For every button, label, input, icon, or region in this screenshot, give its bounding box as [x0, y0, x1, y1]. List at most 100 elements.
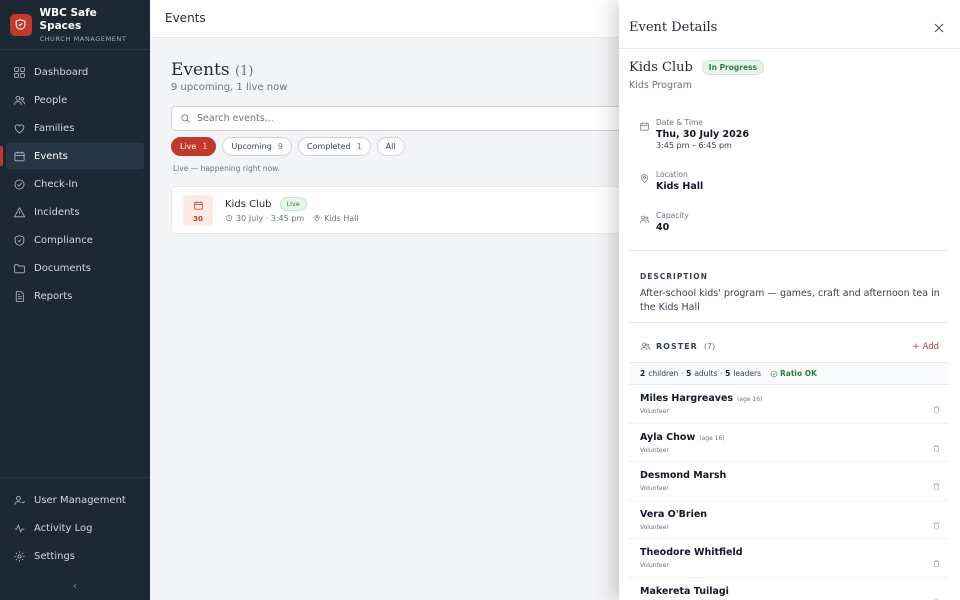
sidebar-item-label: Dashboard: [34, 66, 89, 78]
date-label: Date & Time: [656, 118, 703, 127]
sidebar-item-people[interactable]: People: [6, 87, 144, 113]
filter-chips: Live 1 Upcoming 9 Completed 1 All: [171, 137, 405, 156]
roster-name-line: Ayla Chow (age 16): [640, 432, 725, 443]
sidebar-item-label: Settings: [34, 550, 76, 562]
clock-icon: [225, 214, 233, 222]
remove-button[interactable]: [932, 399, 941, 418]
sidebar-item-check-in[interactable]: Check-In: [6, 171, 144, 197]
status-badge: In Progress: [701, 60, 764, 75]
roster-row[interactable]: Ayla Chow (age 16) Volunteer: [629, 424, 949, 463]
filter-label: All: [385, 142, 396, 151]
remove-button[interactable]: [932, 438, 941, 457]
remove-button[interactable]: [932, 476, 941, 495]
filter-count: 1: [202, 142, 208, 151]
roster-age: (age 16): [699, 434, 725, 442]
filter-live[interactable]: Live 1: [171, 137, 217, 156]
remove-button[interactable]: [932, 515, 941, 534]
date-value: Thu, 30 July 2026: [656, 129, 749, 140]
location-label: Location: [656, 170, 688, 179]
status-badge: Live: [279, 197, 307, 211]
capacity-row: Capacity 40: [639, 211, 689, 233]
grid-icon: [14, 66, 25, 78]
sidebar-item-incidents[interactable]: Incidents: [6, 199, 144, 225]
description-text: After-school kids' program — games, craf…: [640, 288, 940, 313]
trash-icon: [933, 483, 940, 490]
filter-completed[interactable]: Completed 1: [297, 137, 371, 156]
sidebar-item-activity-log[interactable]: Activity Log: [6, 515, 144, 541]
trash-icon: [933, 406, 940, 413]
sidebar-item-compliance[interactable]: Compliance: [6, 227, 144, 253]
filter-all[interactable]: All: [376, 137, 405, 156]
event-datetime: 30 July · 3:45 pm: [225, 214, 304, 223]
calendar-icon: [14, 151, 25, 161]
roster-row[interactable]: Theodore Whitfield Volunteer: [629, 539, 949, 578]
sidebar-item-label: Check-In: [34, 178, 78, 190]
event-type: Kids Program: [629, 80, 692, 91]
ratio-status: Ratio OK: [770, 369, 817, 378]
roster-age: (age 16): [737, 396, 763, 403]
roster-name: Ayla Chow: [640, 431, 696, 443]
roster-row[interactable]: Miles Hargreaves (age 16) Volunteer: [629, 385, 949, 424]
filter-label: Completed: [306, 142, 351, 151]
roster-name: Theodore Whitfield: [640, 547, 743, 559]
panel-header: Event Details: [619, 0, 960, 49]
roster-name: Desmond Marsh: [640, 470, 727, 482]
events-count: (1): [235, 64, 254, 79]
sidebar-item-label: User Management: [34, 494, 126, 506]
search-icon: [181, 114, 190, 123]
roster-count: (7): [703, 342, 716, 351]
filter-count: 9: [277, 142, 283, 151]
sidebar-item-families[interactable]: Families: [6, 115, 144, 141]
search-input[interactable]: [197, 113, 597, 124]
date-badge: 30: [183, 195, 213, 226]
sidebar-item-label: Events: [34, 150, 68, 162]
events-heading-text: Events: [171, 60, 230, 80]
sidebar-item-user-management[interactable]: User Management: [6, 487, 144, 513]
people-icon: [13, 95, 26, 105]
leaders-count: 5: [725, 369, 731, 378]
sidebar-item-events[interactable]: Events: [0, 143, 144, 169]
brand-name: WBC Safe Spaces: [39, 6, 97, 32]
brand[interactable]: WBC Safe Spaces CHURCH MANAGEMENT: [0, 0, 150, 50]
heart-icon: [14, 123, 25, 133]
events-subtitle: 9 upcoming, 1 live now: [171, 82, 288, 93]
ratio-summary: 2 children · 5 adults · 5 leaders Ratio …: [629, 362, 949, 385]
remove-button[interactable]: [932, 553, 941, 572]
roster-row[interactable]: Vera O'Brien Volunteer: [629, 501, 949, 540]
roster-header: ROSTER (7): [640, 341, 715, 352]
ratio-status-text: Ratio OK: [780, 369, 817, 378]
close-button[interactable]: [932, 20, 946, 34]
children-count: 2: [640, 369, 646, 378]
shield-icon: [14, 234, 25, 246]
event-name: Kids Club: [629, 60, 693, 75]
event-card[interactable]: 30 Kids Club Live 30 July · 3:45 pm Kids…: [171, 186, 631, 234]
roster-role: Volunteer: [640, 485, 669, 493]
add-roster-button[interactable]: + Add: [912, 342, 939, 352]
location-pin-icon: [314, 214, 320, 222]
event-location-text: Kids Hall: [324, 214, 359, 223]
roster-row[interactable]: Makereta Tuilagi: [629, 578, 949, 600]
filter-count: 1: [356, 142, 362, 151]
capacity-label: Capacity: [656, 211, 689, 220]
sidebar: WBC Safe Spaces CHURCH MANAGEMENT Dashbo…: [0, 0, 150, 600]
report-icon: [15, 290, 24, 302]
collapse-sidebar-button[interactable]: ‹: [0, 579, 150, 592]
sidebar-item-label: Compliance: [34, 234, 93, 246]
adults-count: 5: [686, 369, 692, 378]
people-icon: [640, 342, 651, 351]
roster-name-line: Vera O'Brien: [640, 509, 707, 520]
filter-upcoming[interactable]: Upcoming 9: [222, 137, 292, 156]
search-bar[interactable]: [171, 106, 631, 131]
sidebar-item-label: Documents: [34, 262, 92, 274]
sidebar-item-dashboard[interactable]: Dashboard: [6, 59, 144, 85]
location-row: Location Kids Hall: [639, 170, 703, 192]
capacity-value: 40: [656, 222, 670, 233]
sidebar-item-documents[interactable]: Documents: [6, 255, 144, 281]
event-info: Date & Time Thu, 30 July 2026 3:45 pm – …: [629, 108, 949, 251]
user-management-icon: [14, 495, 25, 505]
event-title-row: Kids Club Live: [225, 197, 307, 211]
sidebar-item-reports[interactable]: Reports: [6, 283, 144, 309]
roster-row[interactable]: Desmond Marsh Volunteer: [629, 462, 949, 501]
sidebar-item-settings[interactable]: Settings: [6, 543, 144, 569]
remove-button[interactable]: [932, 592, 941, 600]
